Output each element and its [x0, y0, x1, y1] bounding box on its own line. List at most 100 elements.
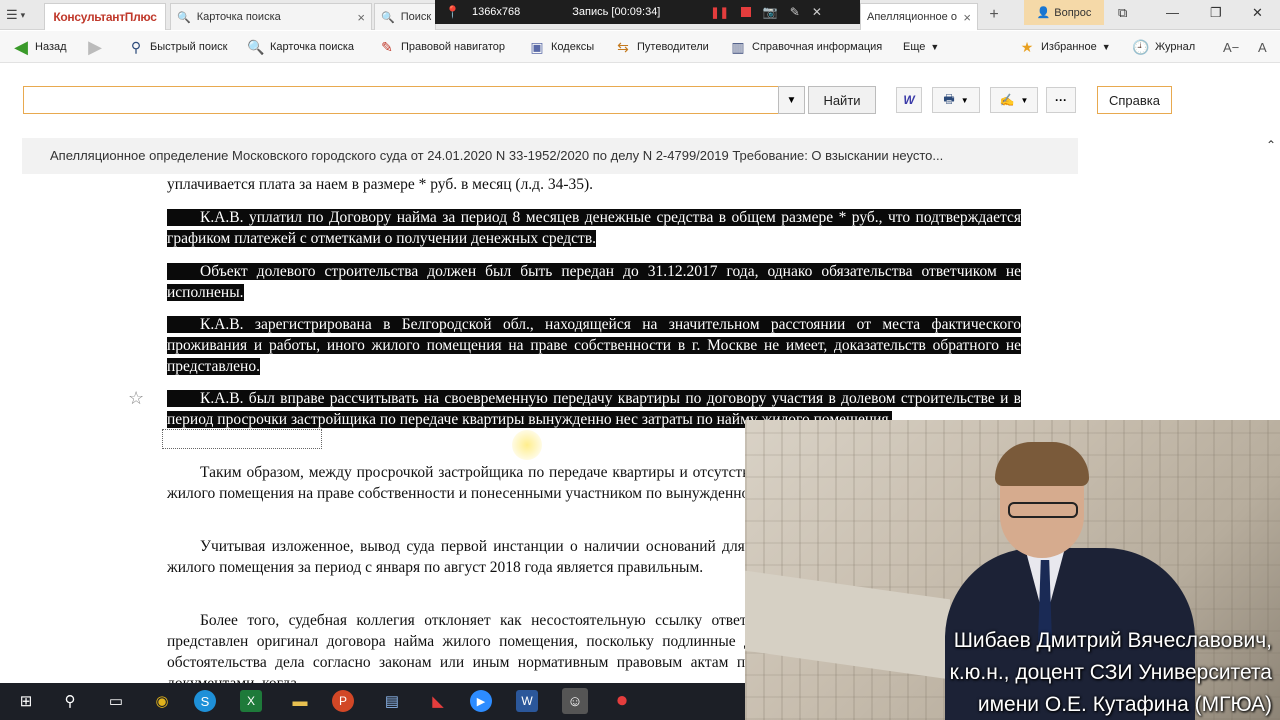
doc-paragraph: уплачивается плата за наем в размере * р… [167, 174, 1021, 195]
recorder-status: Запись [00:09:34] [572, 6, 661, 18]
excel-icon[interactable]: X [240, 690, 262, 712]
marker-icon: ✍ [999, 93, 1015, 107]
caption-line: имени О.Е. Кутафина (МГЮА) [977, 693, 1272, 716]
camera-icon[interactable]: 📷 [763, 5, 778, 19]
doc-paragraph-highlighted: К.А.В. зарегистрирована в Белгородской о… [167, 314, 1021, 377]
speaker-glasses [1008, 502, 1078, 518]
pin-icon[interactable]: 📍 [445, 5, 460, 19]
quick-search-label: Быстрый поиск [150, 41, 228, 53]
find-button[interactable]: Найти [808, 86, 876, 114]
person-icon: 👤 [1036, 7, 1051, 19]
more-label: Еще [903, 41, 926, 53]
font-size-increase-button[interactable]: A [1258, 37, 1267, 57]
pause-icon[interactable]: ❚❚ [710, 6, 728, 19]
mouse-cursor-highlight [512, 430, 542, 460]
search-card-button[interactable]: 🔍 Карточка поиска [247, 37, 354, 57]
minimize-icon[interactable]: — [1166, 5, 1179, 20]
back-label: Назад [35, 41, 67, 53]
window-close-icon[interactable]: ✕ [1252, 5, 1263, 21]
reference-label: Справочная информация [752, 41, 883, 53]
chevron-down-icon: ▼ [1020, 95, 1029, 105]
scroll-up-icon[interactable]: ⌃ [1266, 138, 1276, 152]
tab-label: Апелляционное определение [867, 11, 957, 23]
speaker-hair [995, 442, 1089, 486]
highlight-button[interactable]: ✍ ▼ [990, 87, 1038, 113]
task-view-icon[interactable]: ▭ [102, 688, 130, 714]
consultant-icon[interactable]: ☺ [562, 688, 588, 714]
search-input[interactable] [23, 86, 779, 114]
windows-start-icon[interactable]: ⊞ [12, 688, 40, 714]
speaker-caption: Шибаев Дмитрий Вячеславович, к.ю.н., доц… [950, 625, 1272, 720]
zoom-icon[interactable]: ▶ [470, 690, 492, 712]
acrobat-icon[interactable]: ◣ [424, 688, 452, 714]
search-dropdown-button[interactable]: ▼ [778, 86, 805, 114]
back-arrow-icon: ◀ [14, 36, 28, 57]
codes-icon: ▣ [530, 38, 544, 55]
journal-label: Журнал [1155, 41, 1196, 53]
codes-label: Кодексы [551, 41, 595, 53]
close-icon[interactable]: × [963, 10, 971, 25]
help-button[interactable]: Справка [1097, 86, 1172, 114]
chevron-down-icon: ▼ [960, 95, 969, 105]
windows-taskbar: ⊞ ⚲ ▭ ◉ S X ▬ P ▤ ◣ ▶ W ☺ ⏺ [0, 683, 745, 720]
books-icon: ▥ [731, 38, 745, 55]
record-icon[interactable]: ⏺ [608, 688, 636, 714]
paragraph-text: К.А.В. зарегистрирована в Белгородской о… [167, 316, 1021, 375]
paragraph-text: К.А.В. уплатил по Договору найма за пери… [167, 209, 1021, 247]
main-menu-button[interactable]: ☰ ▾ [6, 6, 38, 24]
quick-search-button[interactable]: ⚲ Быстрый поиск [127, 37, 228, 57]
stop-icon[interactable] [740, 7, 751, 17]
close-icon[interactable]: ✕ [812, 5, 822, 19]
app-window: ☰ ▾ КонсультантПлюс 🔍 Карточка поиска × … [0, 0, 1280, 720]
new-tab-button[interactable]: + [984, 6, 1004, 24]
font-size-button[interactable]: A− [1223, 37, 1239, 57]
caption-line: Шибаев Дмитрий Вячеславович, [953, 629, 1272, 652]
more-button[interactable]: Еще ▼ [903, 37, 939, 57]
clock-icon: 🕘 [1132, 38, 1150, 55]
hamburger-icon: ☰ [6, 7, 18, 22]
chrome-icon[interactable]: ◉ [148, 688, 176, 714]
tab-document[interactable]: Апелляционное определение × [860, 3, 978, 30]
back-button[interactable]: ◀ Назад [12, 36, 67, 57]
forward-button[interactable]: ▶ [86, 37, 104, 57]
word-export-icon[interactable]: W [896, 87, 922, 113]
search-icon[interactable]: ⚲ [56, 688, 84, 714]
skype-icon[interactable]: S [194, 690, 216, 712]
paragraph-text: уплачивается плата за наем в размере * р… [167, 176, 594, 193]
printer-icon: 🖶 [943, 91, 955, 106]
codes-button[interactable]: ▣ Кодексы [528, 37, 594, 57]
legal-navigator-button[interactable]: ✎ Правовой навигатор [378, 37, 505, 57]
bookmark-star-icon[interactable]: ☆ [128, 388, 144, 409]
tab-search-card[interactable]: 🔍 Карточка поиска × [170, 3, 372, 30]
guides-icon: ⇆ [617, 38, 629, 55]
search-icon: ⚲ [130, 38, 142, 55]
powerpoint-icon[interactable]: P [332, 690, 354, 712]
close-icon[interactable]: × [357, 10, 365, 25]
caption-line: к.ю.н., доцент СЗИ Университета [949, 661, 1272, 684]
question-button[interactable]: 👤 Вопрос [1024, 0, 1104, 25]
brand-logo[interactable]: КонсультантПлюс [44, 3, 166, 30]
print-button[interactable]: 🖶 ▼ [932, 87, 980, 113]
layout-icon[interactable]: ⧉ [1118, 5, 1127, 21]
legal-navigator-label: Правовой навигатор [401, 41, 505, 53]
reference-button[interactable]: ▥ Справочная информация [729, 37, 882, 57]
doc-paragraph-highlighted: К.А.В. уплатил по Договору найма за пери… [167, 207, 1021, 249]
document-title: Апелляционное определение Московского го… [22, 138, 1078, 174]
selection-focus-box [162, 429, 322, 449]
pencil-icon[interactable]: ✎ [790, 5, 800, 19]
favorites-button[interactable]: ★ Избранное ▼ [1018, 37, 1111, 57]
chevron-down-icon: ▼ [786, 94, 797, 106]
more-options-icon[interactable]: ··· [1046, 87, 1076, 113]
star-icon: ★ [1020, 38, 1034, 55]
word-icon[interactable]: W [516, 690, 538, 712]
tab-label: Поиск [400, 11, 432, 23]
tab-search[interactable]: 🔍 Поиск [374, 3, 436, 30]
maximize-icon[interactable]: ❐ [1210, 5, 1222, 21]
question-label: Вопрос [1054, 6, 1092, 19]
notepad-icon[interactable]: ▤ [378, 688, 406, 714]
search-card-label: Карточка поиска [270, 41, 355, 53]
guides-button[interactable]: ⇆ Путеводители [614, 37, 709, 57]
explorer-icon[interactable]: ▬ [286, 688, 314, 714]
journal-button[interactable]: 🕘 Журнал [1132, 37, 1195, 57]
chevron-down-icon: ▼ [1101, 42, 1111, 52]
